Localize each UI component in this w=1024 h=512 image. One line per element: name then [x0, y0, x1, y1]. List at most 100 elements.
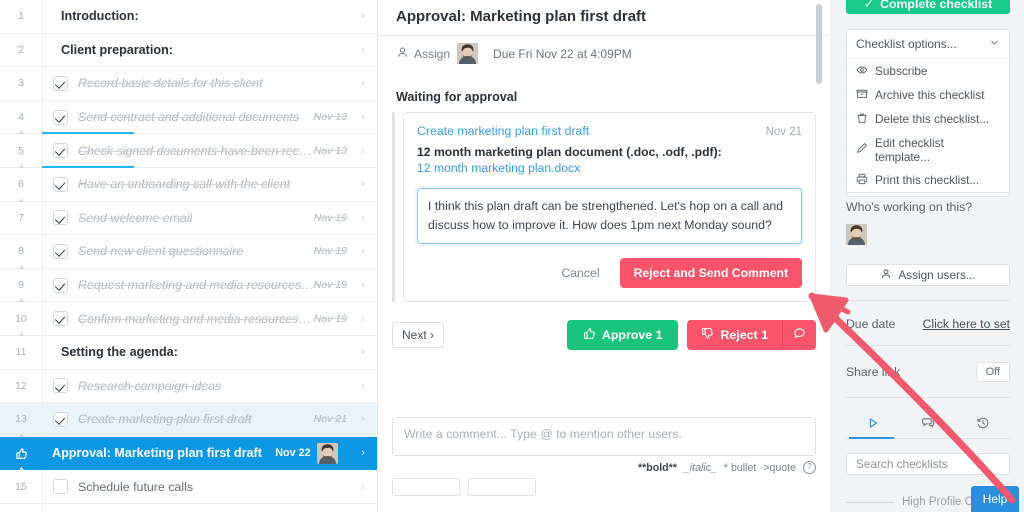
- reject-comment-button[interactable]: [782, 320, 816, 351]
- checklist-task-row[interactable]: 8 Send new client questionnaire Nov 19 ›: [0, 235, 377, 274]
- printer-icon: [856, 173, 868, 188]
- chevron-right-icon: ›: [361, 111, 365, 124]
- checklist-options-toggle[interactable]: Checklist options...: [847, 30, 1009, 59]
- checklist-task-row[interactable]: 10 Confirm marketing and media resources …: [0, 302, 377, 341]
- tab-history[interactable]: [966, 412, 1000, 434]
- checklist-row-active[interactable]: Approval: Marketing plan first draft Nov …: [0, 436, 377, 475]
- chevron-right-icon: ›: [361, 379, 365, 392]
- checklist-task-row[interactable]: 3 Record basic details for this client ›: [0, 67, 377, 101]
- option-label: Delete this checklist...: [875, 112, 990, 126]
- comment-input[interactable]: Write a comment... Type @ to mention oth…: [392, 417, 816, 456]
- checklist-task-row[interactable]: 7 Send welcome email Nov 19 ›: [0, 201, 377, 236]
- sidebar-tabs: [846, 412, 1010, 434]
- share-link-label: Share link: [846, 365, 901, 379]
- row-number: 2: [18, 43, 24, 56]
- chevron-right-icon: ›: [361, 447, 365, 460]
- row-number: 15: [15, 480, 27, 493]
- task-due-date: Nov 19: [313, 211, 347, 224]
- tab-comments[interactable]: [911, 412, 945, 434]
- task-title: Request marketing and media resources fr…: [78, 278, 314, 293]
- center-scrollbar-thumb[interactable]: [816, 4, 822, 84]
- approve-button[interactable]: Approve 1: [566, 320, 679, 351]
- assign-users-label: Assign users...: [898, 268, 976, 282]
- checklist-list-pane[interactable]: 1 Introduction: › 2 Client preparation: › 3 Rec…: [0, 0, 378, 512]
- reject-comment-editor[interactable]: I think this plan draft can be strengthe…: [417, 188, 802, 245]
- task-checkbox[interactable]: [53, 75, 68, 91]
- task-checkbox[interactable]: [53, 311, 68, 327]
- help-button[interactable]: Help: [971, 486, 1019, 512]
- row-body: Send contract and additional documents No…: [43, 109, 377, 125]
- task-meta-bar: Assign Due Fri Nov 22 at 4:09PM: [378, 35, 830, 71]
- reject-button[interactable]: Reject 1: [687, 320, 782, 351]
- task-checkbox[interactable]: [53, 176, 68, 192]
- approval-source-link[interactable]: Create marketing plan first draft: [417, 124, 589, 138]
- row-number-cell: 2: [0, 33, 43, 67]
- task-checkbox[interactable]: [53, 243, 68, 259]
- approval-source-row: Create marketing plan first draft Nov 21: [417, 124, 802, 138]
- composer-button-2[interactable]: [468, 478, 536, 496]
- task-checkbox[interactable]: [53, 479, 68, 495]
- checklist-task-row[interactable]: 15 Schedule future calls ›: [0, 470, 377, 504]
- row-number-cell: 1: [0, 0, 43, 33]
- checklist-options-title: Checklist options...: [856, 37, 957, 51]
- checklist-task-row[interactable]: 13 Create marketing plan first draft Nov 2…: [0, 403, 377, 442]
- due-date-set-link[interactable]: Click here to set: [923, 317, 1010, 331]
- task-checkbox[interactable]: [53, 378, 68, 394]
- tab-activity[interactable]: [856, 412, 890, 434]
- help-question-icon[interactable]: ?: [803, 461, 816, 474]
- task-checkbox[interactable]: [53, 143, 68, 159]
- next-button[interactable]: Next ›: [392, 322, 445, 349]
- task-title: Research campaign ideas: [78, 378, 222, 393]
- avatar[interactable]: [457, 43, 479, 64]
- row-number: 3: [18, 77, 24, 90]
- search-checklists-input[interactable]: Search checklists: [846, 453, 1010, 475]
- row-body: Schedule future calls ›: [43, 479, 377, 495]
- task-checkbox[interactable]: [53, 277, 68, 293]
- approval-card: Create marketing plan first draft Nov 21…: [403, 112, 816, 303]
- checklist-task-row[interactable]: 16Update client's CRM and project manage…: [0, 503, 377, 512]
- checklist-task-row[interactable]: 4 Send contract and additional documents N…: [0, 100, 377, 139]
- checklist-section-row[interactable]: 11 Setting the agenda: ›: [0, 335, 377, 370]
- task-due-date: Nov 13: [313, 144, 347, 157]
- task-due-date: Nov 21: [313, 413, 347, 426]
- waiting-status: Waiting for approval: [396, 90, 518, 104]
- cancel-button[interactable]: Cancel: [555, 265, 605, 281]
- task-checkbox[interactable]: [53, 411, 68, 427]
- task-checkbox[interactable]: [53, 210, 68, 226]
- checklist-section-row[interactable]: 2 Client preparation: ›: [0, 33, 377, 68]
- complete-checklist-button[interactable]: ✓ Complete checklist: [846, 0, 1010, 14]
- page-title: Approval: Marketing plan first draft: [396, 8, 647, 25]
- option-item-edit-checklist-template[interactable]: Edit checklist template...: [847, 131, 1009, 168]
- row-number-cell: 15: [0, 470, 43, 503]
- due-text[interactable]: Due Fri Nov 22 at 4:09PM: [493, 47, 632, 61]
- option-item-subscribe[interactable]: Subscribe: [847, 59, 1009, 83]
- composer-button-1[interactable]: [392, 478, 460, 496]
- assign-users-button[interactable]: Assign users...: [846, 264, 1010, 286]
- option-item-delete-this-checklist[interactable]: Delete this checklist...: [847, 107, 1009, 131]
- composer-footer-buttons: [392, 478, 816, 496]
- task-title: Send welcome email: [78, 210, 193, 225]
- option-item-archive-this-checklist[interactable]: Archive this checklist: [847, 83, 1009, 107]
- checklist-task-row[interactable]: 5 Check signed documents have been receiv…: [0, 134, 377, 173]
- checklist-task-row[interactable]: 9 Request marketing and media resources f…: [0, 268, 377, 307]
- center-scrollbar-track[interactable]: [816, 2, 826, 510]
- checklist-task-row[interactable]: 12 Research campaign ideas ›: [0, 369, 377, 404]
- assign-button[interactable]: Assign: [396, 46, 450, 62]
- checklist-section-row[interactable]: 1 Introduction: ›: [0, 0, 377, 34]
- row-body: Research campaign ideas ›: [43, 378, 377, 394]
- approval-file-link[interactable]: 12 month marketing plan.docx: [417, 161, 802, 175]
- task-title: Schedule future calls: [78, 479, 194, 494]
- task-due-date: Nov 19: [313, 245, 347, 258]
- assigned-user-avatar[interactable]: [846, 224, 867, 245]
- row-avatar[interactable]: [316, 442, 338, 464]
- person-icon: [880, 268, 892, 283]
- reject-and-send-comment-button[interactable]: Reject and Send Comment: [619, 258, 802, 289]
- hint-quote: >quote: [763, 461, 796, 474]
- checklist-options-card: Checklist options... Subscribe Archive th…: [846, 29, 1010, 197]
- checklist-task-row[interactable]: 6 Have an onboarding call with the client…: [0, 167, 377, 206]
- share-link-toggle[interactable]: Off: [975, 362, 1010, 382]
- task-checkbox[interactable]: [53, 109, 68, 125]
- due-date-row: Due date Click here to set: [846, 317, 1010, 331]
- whos-working-label: Who's working on this?: [846, 200, 973, 214]
- reject-comment-text[interactable]: I think this plan draft can be strengthe…: [428, 197, 791, 235]
